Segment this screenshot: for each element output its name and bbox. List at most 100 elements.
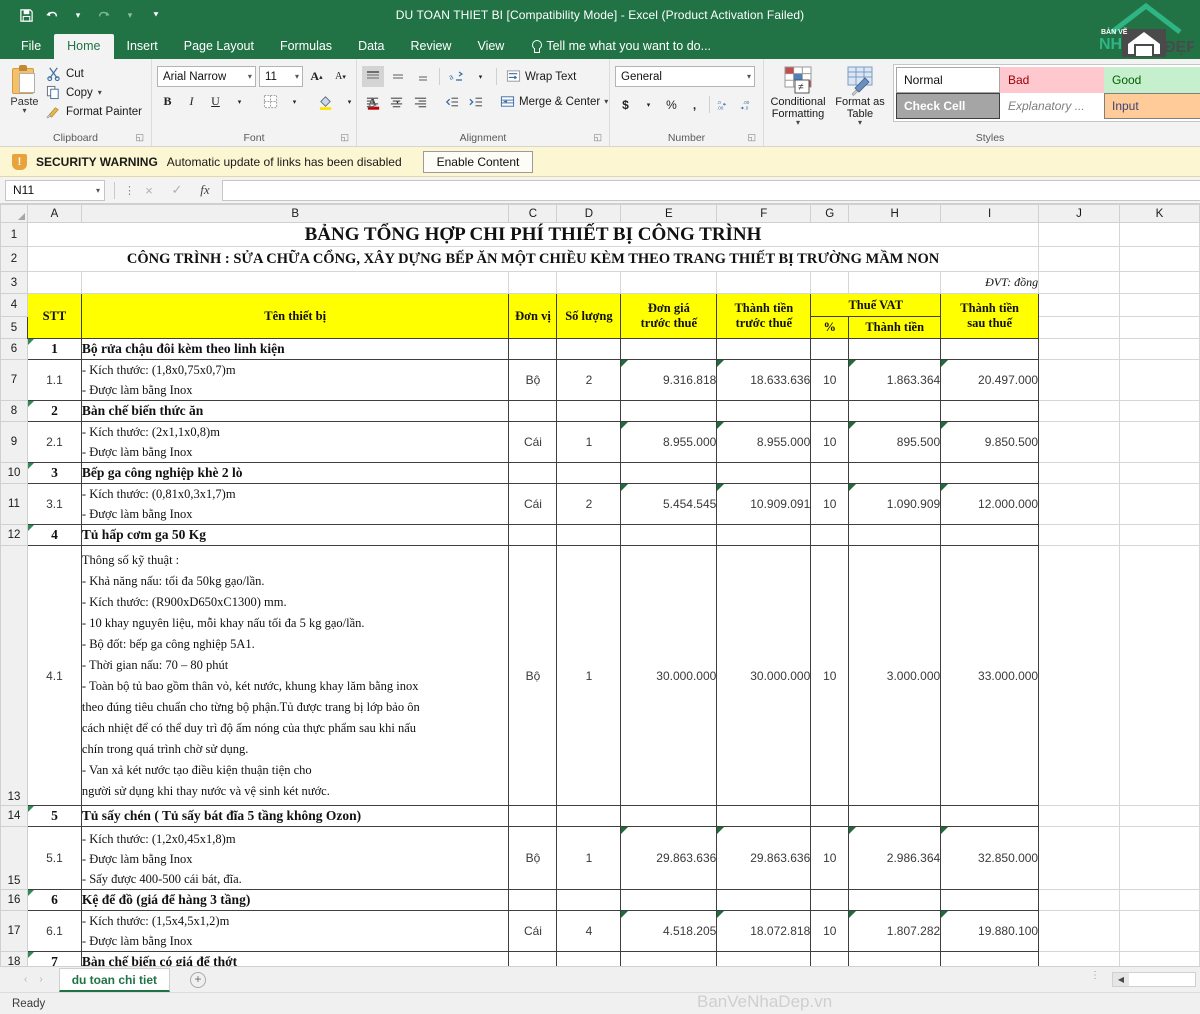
italic-button[interactable]: I xyxy=(181,91,202,112)
cell-i14[interactable] xyxy=(940,805,1040,827)
cell-j15[interactable] xyxy=(1038,826,1120,890)
redo-dropdown-icon[interactable]: ▾ xyxy=(118,4,142,26)
save-icon[interactable] xyxy=(14,4,38,26)
row-header-2[interactable]: 2 xyxy=(0,246,28,272)
cancel-formula-icon[interactable]: × xyxy=(135,183,163,198)
cell-c6[interactable] xyxy=(508,338,558,360)
table-row-total[interactable]: 20.497.000 xyxy=(940,359,1040,401)
cell-d16[interactable] xyxy=(556,889,622,911)
cell-d12[interactable] xyxy=(556,524,622,546)
header-total-after-tax[interactable]: Thành tiền sau thuế xyxy=(940,293,1040,339)
cell-c10[interactable] xyxy=(508,462,558,484)
cell-c14[interactable] xyxy=(508,805,558,827)
cell-j7[interactable] xyxy=(1038,359,1120,401)
cell-k15[interactable] xyxy=(1119,826,1200,890)
table-row-quantity[interactable]: 4 xyxy=(556,910,622,952)
next-sheet-icon[interactable]: › xyxy=(39,974,42,985)
table-row-stt[interactable]: 3.1 xyxy=(26,483,82,525)
align-top-icon[interactable] xyxy=(362,66,384,87)
cell-g8[interactable] xyxy=(810,400,850,422)
percent-style-button[interactable]: % xyxy=(661,94,682,115)
row-header-4[interactable]: 4 xyxy=(0,293,28,317)
number-format-dropdown-icon[interactable]: ▾ xyxy=(741,72,751,81)
conditional-formatting-button[interactable]: ≠ Conditional Formatting ▾ xyxy=(769,64,827,127)
comma-style-button[interactable]: , xyxy=(684,94,705,115)
table-row-subtotal[interactable]: 8.955.000 xyxy=(716,421,812,463)
cell-j16[interactable] xyxy=(1038,889,1120,911)
table-row-vat-amount[interactable]: 1.863.364 xyxy=(848,359,942,401)
copy-dropdown-icon[interactable]: ▾ xyxy=(98,88,102,96)
align-right-icon[interactable] xyxy=(410,91,431,112)
redo-icon[interactable] xyxy=(92,4,116,26)
table-row-stt[interactable]: 2.1 xyxy=(26,421,82,463)
table-row-total[interactable]: 19.880.100 xyxy=(940,910,1040,952)
table-row-unit-price[interactable]: 30.000.000 xyxy=(620,545,718,806)
increase-font-size-icon[interactable]: A ▴ xyxy=(306,66,327,87)
table-row-stt[interactable]: 3 xyxy=(26,462,82,484)
table-row-quantity[interactable]: 1 xyxy=(556,421,622,463)
row-header-17[interactable]: 17 xyxy=(0,910,28,952)
cell-k16[interactable] xyxy=(1119,889,1200,911)
tab-insert[interactable]: Insert xyxy=(114,34,171,59)
cell-e10[interactable] xyxy=(620,462,718,484)
table-row-vat-amount[interactable]: 895.500 xyxy=(848,421,942,463)
cell-c3[interactable] xyxy=(508,271,558,294)
decrease-font-size-icon[interactable]: A ▾ xyxy=(330,66,351,87)
cell-e12[interactable] xyxy=(620,524,718,546)
cell-j8[interactable] xyxy=(1038,400,1120,422)
formula-bar-options-icon[interactable]: ⋮ xyxy=(124,184,135,197)
table-row-name[interactable]: Tủ hấp cơm ga 50 Kg xyxy=(80,524,510,546)
cell-k6[interactable] xyxy=(1119,338,1200,360)
table-row-stt[interactable]: 1 xyxy=(26,338,82,360)
column-header-b[interactable]: B xyxy=(80,204,510,223)
table-row-unit-price[interactable]: 29.863.636 xyxy=(620,826,718,890)
table-row-vat-percent[interactable]: 10 xyxy=(810,826,850,890)
table-row-description[interactable]: - Kích thước: (0,81x0,3x1,7)m - Được làm … xyxy=(80,483,510,525)
cut-button[interactable]: Cut xyxy=(44,65,146,82)
cell-j6[interactable] xyxy=(1038,338,1120,360)
cell-c12[interactable] xyxy=(508,524,558,546)
table-row-unit-price[interactable]: 8.955.000 xyxy=(620,421,718,463)
cell-f3[interactable] xyxy=(716,271,812,294)
cell-g6[interactable] xyxy=(810,338,850,360)
font-name-combo[interactable]: Arial Narrow ▾ xyxy=(157,66,256,87)
tab-home[interactable]: Home xyxy=(54,34,114,59)
horizontal-scrollbar[interactable]: ◀ xyxy=(1112,972,1196,987)
paste-button[interactable]: Paste ▾ xyxy=(5,62,44,115)
table-row-name[interactable]: Tủ sấy chén ( Tủ sấy bát đĩa 5 tầng khôn… xyxy=(80,805,510,827)
bold-button[interactable]: B xyxy=(157,91,178,112)
table-row-vat-amount[interactable]: 3.000.000 xyxy=(848,545,942,806)
table-row-stt[interactable]: 6.1 xyxy=(26,910,82,952)
table-row-subtotal[interactable]: 10.909.091 xyxy=(716,483,812,525)
table-row-unit[interactable]: Cái xyxy=(508,483,558,525)
cell-e14[interactable] xyxy=(620,805,718,827)
cell-e6[interactable] xyxy=(620,338,718,360)
table-row-total[interactable]: 32.850.000 xyxy=(940,826,1040,890)
cell-k7[interactable] xyxy=(1119,359,1200,401)
cell-e8[interactable] xyxy=(620,400,718,422)
cell-h16[interactable] xyxy=(848,889,942,911)
cell-k13[interactable] xyxy=(1119,545,1200,806)
header-vat-amount[interactable]: Thành tiền xyxy=(848,316,942,339)
table-row-stt[interactable]: 4.1 xyxy=(26,545,82,806)
column-header-i[interactable]: I xyxy=(940,204,1040,223)
cell-k10[interactable] xyxy=(1119,462,1200,484)
cell-style-check-cell[interactable]: Check Cell xyxy=(896,93,1000,119)
table-row-unit-price[interactable]: 5.454.545 xyxy=(620,483,718,525)
cell-i12[interactable] xyxy=(940,524,1040,546)
table-row-description[interactable]: - Kích thước: (1,8x0,75x0,7)m - Được làm … xyxy=(80,359,510,401)
tell-me-box[interactable]: Tell me what you want to do... xyxy=(517,34,721,59)
row-header-7[interactable]: 7 xyxy=(0,359,28,401)
tab-view[interactable]: View xyxy=(464,34,517,59)
orientation-dropdown-icon[interactable]: ▾ xyxy=(470,66,491,87)
cell-a3[interactable] xyxy=(27,271,82,294)
table-row-vat-percent[interactable]: 10 xyxy=(810,910,850,952)
cell-f10[interactable] xyxy=(716,462,812,484)
cell-h8[interactable] xyxy=(848,400,942,422)
table-row-name[interactable]: Bếp ga công nghiệp khè 2 lò xyxy=(80,462,510,484)
cell-k1[interactable] xyxy=(1119,222,1200,247)
row-header-16[interactable]: 16 xyxy=(0,889,28,911)
table-row-subtotal[interactable]: 18.633.636 xyxy=(716,359,812,401)
cell-k3[interactable] xyxy=(1119,271,1200,294)
align-middle-icon[interactable] xyxy=(387,66,409,87)
